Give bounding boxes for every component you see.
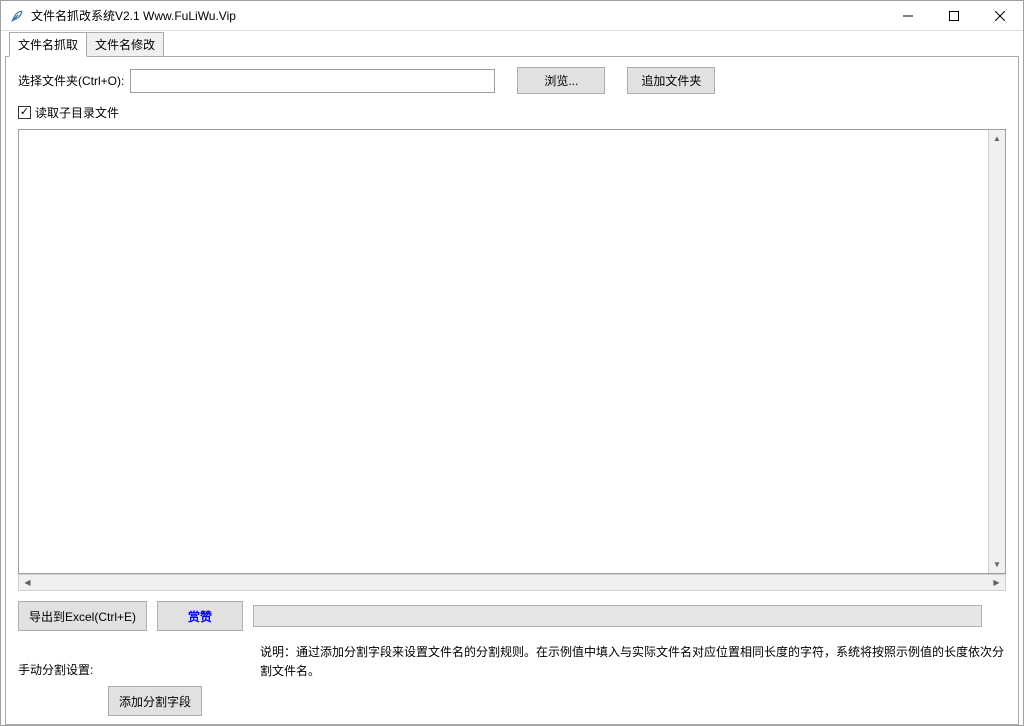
titlebar: 文件名抓改系统V2.1 Www.FuLiWu.Vip (1, 1, 1023, 31)
tab-extract[interactable]: 文件名抓取 (9, 32, 87, 57)
close-button[interactable] (977, 1, 1023, 30)
export-excel-button[interactable]: 导出到Excel(Ctrl+E) (18, 601, 147, 631)
folder-row: 选择文件夹(Ctrl+O): 浏览... 追加文件夹 (18, 67, 1006, 94)
tab-modify[interactable]: 文件名修改 (86, 32, 164, 56)
donate-button[interactable]: 赏赞 (157, 601, 243, 631)
read-subdir-checkbox[interactable] (18, 106, 31, 119)
append-folder-button[interactable]: 追加文件夹 (627, 67, 715, 94)
scroll-left-icon[interactable]: ◀ (19, 575, 36, 590)
export-row: 导出到Excel(Ctrl+E) 赏赞 (18, 601, 1006, 631)
read-subdir-row: 读取子目录文件 (18, 104, 1006, 121)
app-window: 文件名抓改系统V2.1 Www.FuLiWu.Vip 文件名抓取 文件名修改 选… (0, 0, 1024, 726)
tabs: 文件名抓取 文件名修改 (9, 34, 1019, 56)
window-controls (885, 1, 1023, 30)
scroll-up-icon[interactable]: ▲ (989, 130, 1005, 147)
browse-button[interactable]: 浏览... (517, 67, 605, 94)
add-split-field-button[interactable]: 添加分割字段 (108, 686, 202, 716)
maximize-button[interactable] (931, 1, 977, 30)
scroll-right-icon[interactable]: ▶ (988, 575, 1005, 590)
folder-input[interactable] (130, 69, 495, 93)
app-icon (9, 8, 25, 24)
vertical-scrollbar[interactable]: ▲ ▼ (988, 130, 1005, 573)
minimize-button[interactable] (885, 1, 931, 30)
horizontal-scrollbar[interactable]: ◀ ▶ (18, 574, 1006, 591)
scroll-down-icon[interactable]: ▼ (989, 556, 1005, 573)
file-listbox[interactable] (19, 130, 988, 573)
manual-split-label: 手动分割设置: (18, 661, 252, 678)
progress-bar (253, 605, 982, 627)
bottom-section: 手动分割设置: 添加分割字段 说明：通过添加分割字段来设置文件名的分割规则。在示… (18, 641, 1006, 716)
read-subdir-label: 读取子目录文件 (35, 104, 119, 121)
instruction-text: 说明：通过添加分割字段来设置文件名的分割规则。在示例值中填入与实际文件名对应位置… (260, 641, 1006, 681)
manual-split-area: 手动分割设置: 添加分割字段 (18, 641, 252, 716)
tab-panel-extract: 选择文件夹(Ctrl+O): 浏览... 追加文件夹 读取子目录文件 ▲ ▼ ◀ (5, 56, 1019, 725)
folder-label: 选择文件夹(Ctrl+O): (18, 72, 124, 89)
window-title: 文件名抓改系统V2.1 Www.FuLiWu.Vip (31, 7, 885, 24)
content-area: 文件名抓取 文件名修改 选择文件夹(Ctrl+O): 浏览... 追加文件夹 读… (1, 31, 1023, 725)
file-list-area: ▲ ▼ (18, 129, 1006, 574)
